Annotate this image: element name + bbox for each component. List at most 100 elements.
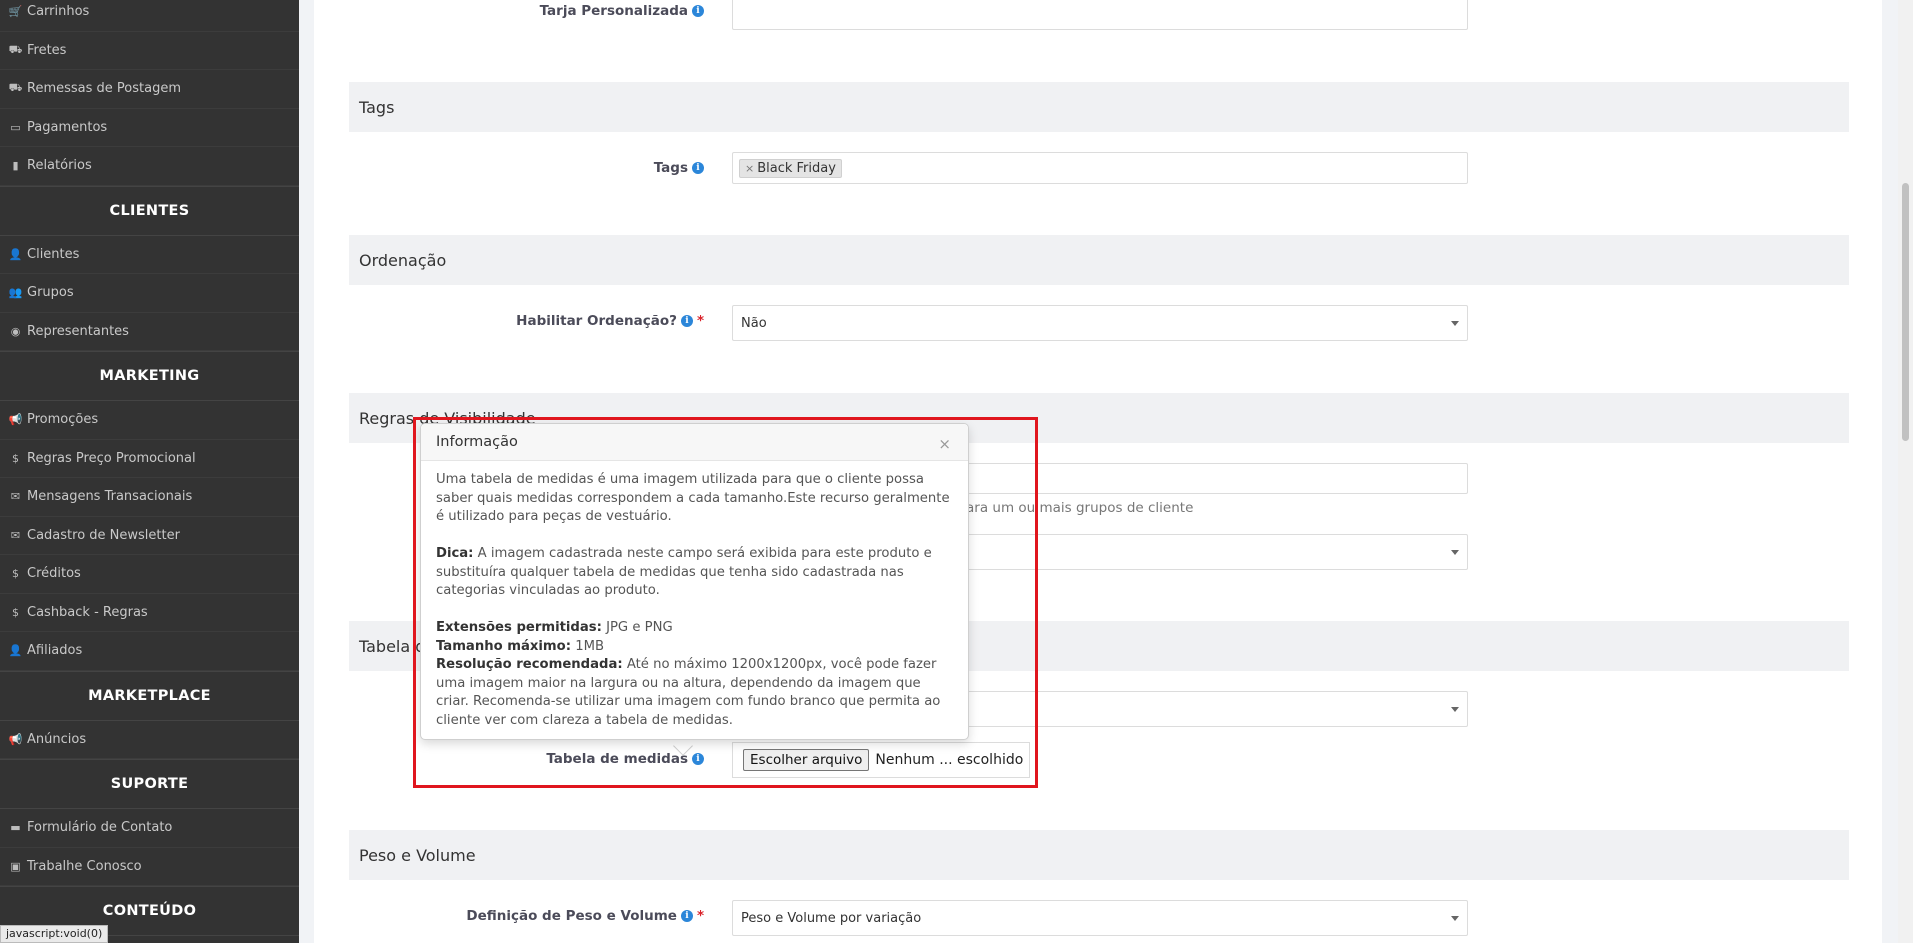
remove-tag-icon[interactable]: × <box>745 162 754 175</box>
info-icon[interactable]: i <box>692 753 704 765</box>
sidebar: 🛒 Carrinhos ⛟ Fretes ⛟ Remessas de Postagem ▭ P… <box>0 0 299 943</box>
size-text: 1MB <box>571 638 605 654</box>
scrollbar-thumb[interactable] <box>1902 183 1909 441</box>
briefcase-icon: ▣ <box>10 859 21 873</box>
tarja-input[interactable] <box>732 0 1468 30</box>
sidebar-item-label: Remessas de Postagem <box>27 81 181 97</box>
sidebar-item-label: Relatórios <box>27 158 92 174</box>
sidebar-item-label: Afiliados <box>27 643 83 659</box>
peso-label: Definição de Peso e Volume <box>466 908 677 924</box>
ext-label: Extensões permitidas: <box>436 620 602 635</box>
dollar-icon: $ <box>12 567 19 581</box>
sidebar-item[interactable]: ✉ Mensagens Transacionais <box>0 478 299 517</box>
dica-text: A imagem cadastrada neste campo será exi… <box>436 546 932 598</box>
sidebar-item-label: Créditos <box>27 566 81 582</box>
tags-label: Tags <box>653 160 688 176</box>
comment-icon: ▬ <box>10 821 21 835</box>
info-icon[interactable]: i <box>680 910 693 922</box>
dollar-icon: $ <box>12 451 19 465</box>
chevron-down-icon <box>1451 916 1459 921</box>
sidebar-item-label: Carrinhos <box>27 4 90 20</box>
user-icon: 👤 <box>8 247 23 261</box>
sidebar-item-label: Cadastro de Newsletter <box>27 527 180 543</box>
habilitar-ordenacao-label-row: Habilitar Ordenação? i * <box>516 311 704 331</box>
file-status-text: Nenhum ... escolhido <box>875 752 1024 768</box>
popover-intro: Uma tabela de medidas é uma imagem utili… <box>436 472 950 524</box>
habilitar-ordenacao-select[interactable]: Não <box>732 305 1468 341</box>
tabela-medidas-file-input[interactable]: Escolher arquivo Nenhum ... escolhido <box>732 742 1030 778</box>
chevron-down-icon <box>1451 707 1459 712</box>
popover-res: Resolução recomendada: Até no máximo 120… <box>436 656 953 730</box>
tarja-label: Tarja Personalizada <box>539 3 688 19</box>
sidebar-item[interactable]: 👤 Clientes <box>0 236 299 274</box>
sidebar-item[interactable]: $ Regras Preço Promocional <box>0 440 299 478</box>
choose-file-button[interactable]: Escolher arquivo <box>743 749 870 771</box>
sidebar-heading-marketplace: MARKETPLACE <box>0 670 299 721</box>
sidebar-item-label: Grupos <box>27 285 74 301</box>
sidebar-item[interactable]: ▭ Pagamentos <box>0 109 299 147</box>
info-icon[interactable]: i <box>680 315 693 327</box>
select-value: Peso e Volume por variação <box>741 910 922 926</box>
visibilidade-help-text: ara um ou mais grupos de cliente <box>966 500 1194 516</box>
info-popover: Informação × Uma tabela de medidas é uma… <box>420 423 969 740</box>
sidebar-item[interactable]: ▣ Trabalhe Conosco <box>0 848 299 886</box>
dollar-icon: $ <box>12 605 19 619</box>
info-icon[interactable]: i <box>692 5 704 17</box>
sidebar-item-label: Promoções <box>27 412 99 428</box>
section-peso-volume: Peso e Volume <box>349 830 1849 880</box>
size-label: Tamanho máximo: <box>436 638 572 654</box>
tags-label-row: Tags i <box>654 158 704 178</box>
tabela-medidas-label: Tabela de medidas <box>546 751 688 767</box>
habilitar-ordenacao-label: Habilitar Ordenação? <box>516 313 677 329</box>
bar-chart-icon: ▮ <box>12 159 19 173</box>
chevron-down-icon <box>1451 321 1459 326</box>
ext-text: JPG e PNG <box>601 620 673 635</box>
popover-title: Informação <box>421 424 968 461</box>
dica-label: Dica: <box>436 546 474 561</box>
sidebar-item-label: Representantes <box>27 323 129 339</box>
section-tags: Tags <box>349 82 1849 132</box>
popover-size: Tamanho máximo: 1MB <box>436 638 953 657</box>
bullhorn-icon: 📢 <box>8 413 23 427</box>
sidebar-item-label: Anúncios <box>27 731 87 747</box>
section-ordenacao: Ordenação <box>349 235 1849 285</box>
sidebar-item[interactable]: ▬ Formulário de Contato <box>0 809 299 848</box>
close-icon[interactable]: × <box>938 435 951 453</box>
info-icon[interactable]: i <box>692 162 704 174</box>
sidebar-item[interactable]: 🛒 Carrinhos <box>0 0 299 32</box>
sidebar-item[interactable]: 📢 Anúncios <box>0 721 299 759</box>
sidebar-item[interactable]: ⛟ Fretes <box>0 32 299 70</box>
tag-chip: × Black Friday <box>739 158 842 178</box>
sidebar-item[interactable]: 👥 Grupos <box>0 274 299 313</box>
sidebar-item[interactable]: ▮ Relatórios <box>0 147 299 186</box>
sidebar-item[interactable]: ⛟ Remessas de Postagem <box>0 70 299 109</box>
truck-icon: ⛟ <box>8 42 23 56</box>
popover-ext: Extensões permitidas: JPG e PNG <box>436 619 953 638</box>
sidebar-item[interactable]: $ Cashback - Regras <box>0 594 299 632</box>
truck-icon: ⛟ <box>8 81 23 95</box>
envelope-icon: ✉ <box>10 528 21 542</box>
tarja-label-row: Tarja Personalizada i <box>540 1 704 21</box>
required-marker: * <box>696 313 704 329</box>
res-label: Resolução recomendada: <box>436 657 623 672</box>
users-icon: 👥 <box>8 286 23 300</box>
sidebar-item[interactable]: $ Créditos <box>0 555 299 594</box>
sidebar-item-label: Regras Preço Promocional <box>27 450 196 466</box>
credit-card-icon: ▭ <box>10 120 21 134</box>
sidebar-item-label: Mensagens Transacionais <box>27 489 193 505</box>
sidebar-item[interactable]: 📢 Promoções <box>0 401 299 440</box>
envelope-icon: ✉ <box>10 490 21 504</box>
cart-icon: 🛒 <box>8 5 23 19</box>
sidebar-heading-clientes: CLIENTES <box>0 185 299 236</box>
sidebar-item[interactable]: ✉ Cadastro de Newsletter <box>0 517 299 555</box>
sidebar-item[interactable]: ◉ Representantes <box>0 313 299 351</box>
scrollbar[interactable] <box>1898 0 1913 943</box>
popover-dica: Dica: A imagem cadastrada neste campo se… <box>436 545 953 601</box>
bullhorn-icon: 📢 <box>8 732 23 746</box>
user-circle-icon: ◉ <box>10 324 21 338</box>
tags-input[interactable]: × Black Friday <box>732 152 1468 184</box>
status-bar-url: javascript:void(0) <box>0 925 109 943</box>
peso-select[interactable]: Peso e Volume por variação <box>732 900 1468 936</box>
tag-label: Black Friday <box>757 160 836 176</box>
sidebar-item[interactable]: 👤 Afiliados <box>0 632 299 671</box>
